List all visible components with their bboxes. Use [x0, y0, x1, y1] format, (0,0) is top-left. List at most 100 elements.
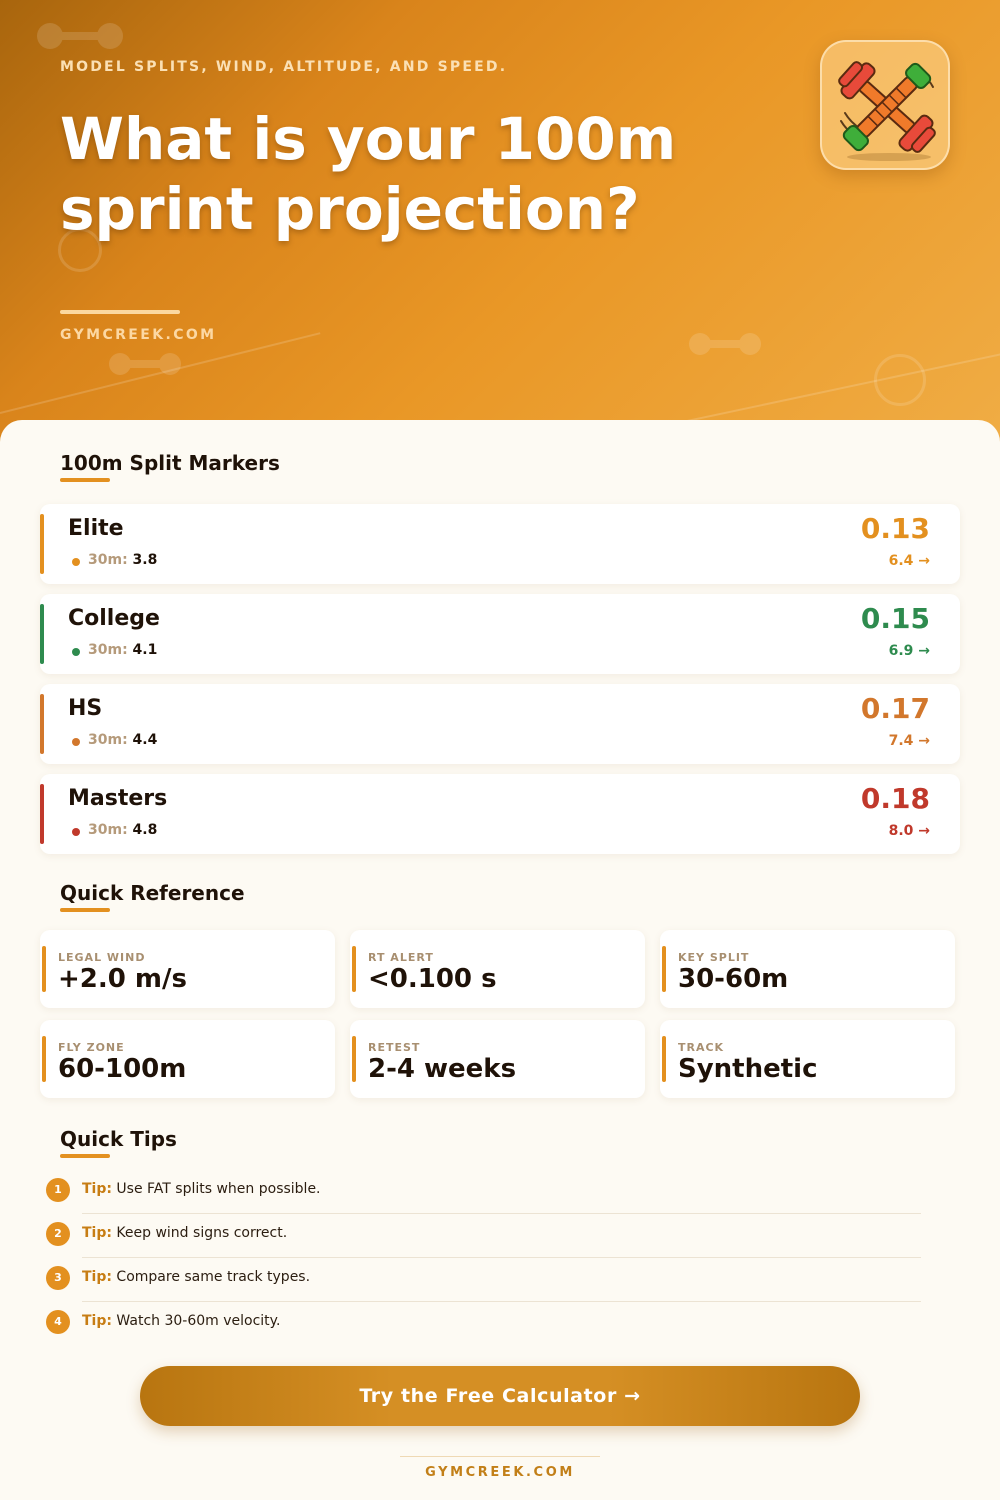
ref-accent-bar	[352, 946, 356, 992]
ref-accent-bar	[662, 1036, 666, 1082]
tip-prefix: Tip:	[82, 1181, 112, 1197]
split-reaction-time: 0.17	[860, 692, 930, 725]
ref-value: 60-100m	[58, 1054, 187, 1084]
tip-item: 2 Tip: Keep wind signs correct.	[46, 1222, 921, 1266]
ref-label: TRACK	[678, 1041, 725, 1054]
split-60m-link: 6.4 →	[888, 553, 930, 569]
ref-value: Synthetic	[678, 1054, 818, 1084]
app-logo	[820, 40, 950, 170]
split-reaction-time: 0.18	[860, 782, 930, 815]
split-30m: 30m: 4.8	[88, 822, 157, 838]
split-dot	[72, 828, 80, 836]
footer-divider	[400, 1456, 600, 1457]
crossed-dumbbells-icon	[838, 61, 936, 161]
split-level: Elite	[68, 516, 124, 541]
tip-text: Tip: Keep wind signs correct.	[82, 1225, 287, 1241]
split-level: College	[68, 606, 160, 631]
split-card-hs: HS 30m: 4.4 0.17 7.4 →	[40, 684, 960, 764]
ref-tile-retest: RETEST 2-4 weeks	[350, 1020, 645, 1098]
split-60m-link: 6.9 →	[888, 643, 930, 659]
split-60m-link: 8.0 →	[888, 823, 930, 839]
section-underline	[60, 1154, 110, 1158]
tip-prefix: Tip:	[82, 1269, 112, 1285]
section-title-reference: Quick Reference	[60, 881, 245, 905]
ref-accent-bar	[662, 946, 666, 992]
decorative-line	[0, 332, 321, 414]
ref-accent-bar	[352, 1036, 356, 1082]
page-title: What is your 100m sprint projection?	[60, 105, 677, 243]
split-card-college: College 30m: 4.1 0.15 6.9 →	[40, 594, 960, 674]
tip-prefix: Tip:	[82, 1225, 112, 1241]
split-30m: 30m: 4.4	[88, 732, 157, 748]
tip-body: Watch 30-60m velocity.	[116, 1313, 281, 1329]
ref-tile-key-split: KEY SPLIT 30-60m	[660, 930, 955, 1008]
split-card-elite: Elite 30m: 3.8 0.13 6.4 →	[40, 504, 960, 584]
tip-text: Tip: Watch 30-60m velocity.	[82, 1313, 280, 1329]
split-60m-link: 7.4 →	[888, 733, 930, 749]
ref-label: RT ALERT	[368, 951, 434, 964]
tip-divider	[82, 1257, 921, 1258]
split-30m-label: 30m:	[88, 642, 128, 658]
split-accent-bar	[40, 604, 44, 664]
split-card-masters: Masters 30m: 4.8 0.18 8.0 →	[40, 774, 960, 854]
ref-tile-track: TRACK Synthetic	[660, 1020, 955, 1098]
ref-label: FLY ZONE	[58, 1041, 125, 1054]
ref-accent-bar	[42, 1036, 46, 1082]
tip-body: Use FAT splits when possible.	[116, 1181, 321, 1197]
split-30m-value: 3.8	[132, 552, 158, 568]
hero-site-name: GYMCREEK.COM	[60, 327, 217, 343]
split-reaction-time: 0.15	[860, 602, 930, 635]
split-30m: 30m: 4.1	[88, 642, 157, 658]
section-title-tips: Quick Tips	[60, 1127, 177, 1151]
split-reaction-time: 0.13	[860, 512, 930, 545]
tip-text: Tip: Compare same track types.	[82, 1269, 310, 1285]
ref-label: RETEST	[368, 1041, 421, 1054]
hero-divider	[60, 310, 180, 314]
ref-label: LEGAL WIND	[58, 951, 146, 964]
tip-item: 3 Tip: Compare same track types.	[46, 1266, 921, 1310]
section-underline	[60, 908, 110, 912]
split-dot	[72, 648, 80, 656]
tip-number-badge: 3	[46, 1266, 70, 1290]
hero-tagline: MODEL SPLITS, WIND, ALTITUDE, AND SPEED.	[60, 59, 508, 75]
split-accent-bar	[40, 514, 44, 574]
tip-prefix: Tip:	[82, 1313, 112, 1329]
dumbbell-watermark-icon	[109, 353, 181, 375]
ref-tile-legal-wind: LEGAL WIND +2.0 m/s	[40, 930, 335, 1008]
ref-accent-bar	[42, 946, 46, 992]
tip-number-badge: 1	[46, 1178, 70, 1202]
footer-site-name: GYMCREEK.COM	[425, 1465, 575, 1480]
tip-body: Keep wind signs correct.	[116, 1225, 288, 1241]
tip-text: Tip: Use FAT splits when possible.	[82, 1181, 321, 1197]
dumbbell-watermark-icon	[37, 23, 123, 49]
ref-value: +2.0 m/s	[58, 964, 187, 994]
split-dot	[72, 738, 80, 746]
ref-tile-fly-zone: FLY ZONE 60-100m	[40, 1020, 335, 1098]
split-accent-bar	[40, 694, 44, 754]
ref-value: <0.100 s	[368, 964, 497, 994]
split-level: HS	[68, 696, 103, 721]
tip-number-badge: 2	[46, 1222, 70, 1246]
tip-divider	[82, 1301, 921, 1302]
section-title-splits: 100m Split Markers	[60, 451, 280, 475]
tip-number-badge: 4	[46, 1310, 70, 1334]
tip-body: Compare same track types.	[116, 1269, 311, 1285]
tip-divider	[82, 1213, 921, 1214]
split-accent-bar	[40, 784, 44, 844]
split-30m-label: 30m:	[88, 822, 128, 838]
split-dot	[72, 558, 80, 566]
split-level: Masters	[68, 786, 168, 811]
section-underline	[60, 478, 110, 482]
try-calculator-button[interactable]: Try the Free Calculator →	[140, 1366, 860, 1426]
tip-item: 1 Tip: Use FAT splits when possible.	[46, 1178, 921, 1222]
split-30m-value: 4.1	[132, 642, 158, 658]
split-30m-value: 4.4	[132, 732, 158, 748]
ref-value: 30-60m	[678, 964, 789, 994]
ref-label: KEY SPLIT	[678, 951, 750, 964]
hero-banner: MODEL SPLITS, WIND, ALTITUDE, AND SPEED.…	[0, 0, 1000, 460]
split-30m-label: 30m:	[88, 552, 128, 568]
tip-item: 4 Tip: Watch 30-60m velocity.	[46, 1310, 921, 1354]
split-30m: 30m: 3.8	[88, 552, 157, 568]
split-30m-label: 30m:	[88, 732, 128, 748]
dumbbell-watermark-icon	[689, 333, 761, 355]
